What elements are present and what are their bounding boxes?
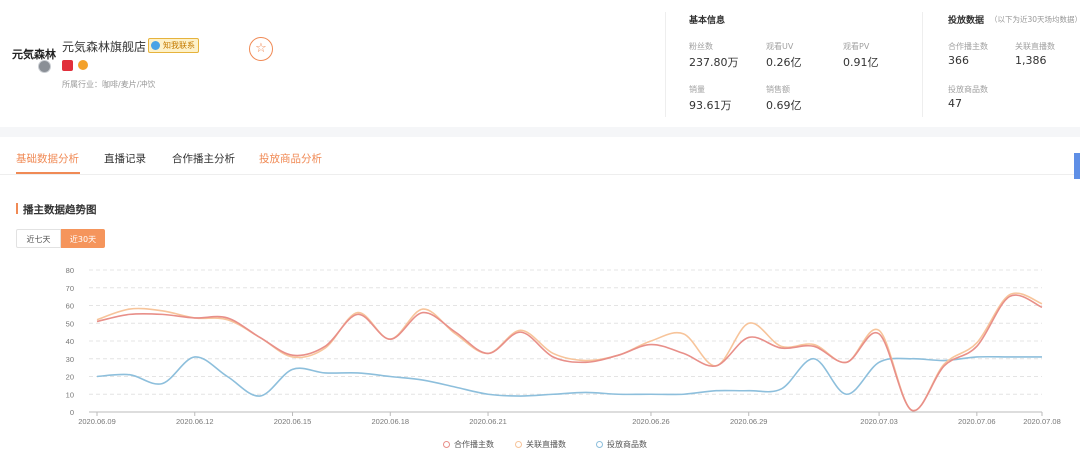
tab-bar: 基础数据分析 直播记录 合作播主分析 投放商品分析 (0, 137, 1080, 175)
y-tick-label: 10 (66, 390, 74, 399)
stat-label: 观看PV (843, 42, 870, 51)
stat-value: 0.69亿 (766, 99, 802, 112)
tab-product-analysis[interactable]: 投放商品分析 (259, 151, 322, 166)
brand-logo: 元気森林 (12, 48, 56, 61)
divider (922, 12, 923, 117)
legend-marker-icon[interactable] (515, 441, 522, 448)
x-tick-label: 2020.06.29 (730, 417, 768, 426)
y-tick-label: 70 (66, 284, 74, 293)
legend-label[interactable]: 合作播主数 (454, 439, 494, 450)
section-gap (0, 127, 1080, 137)
y-tick-label: 30 (66, 355, 74, 364)
contact-badge-label: 知我联系 (163, 41, 195, 50)
favorite-star-button[interactable]: ☆ (249, 37, 273, 61)
stat-value: 237.80万 (689, 56, 739, 69)
x-tick-label: 2020.06.21 (469, 417, 507, 426)
stat-value: 93.61万 (689, 99, 732, 112)
tab-basic-analysis[interactable]: 基础数据分析 (16, 151, 79, 166)
placement-note: （以下为近30天场均数据） (990, 15, 1080, 24)
stat-label: 粉丝数 (689, 42, 713, 51)
legend-label[interactable]: 关联直播数 (526, 439, 566, 450)
trend-line-chart: 0 10 20 30 40 50 60 70 80 2020.06.09 2020.06.12 202… (66, 266, 1061, 426)
badge-icon (78, 60, 88, 70)
x-tick-label: 2020.07.06 (958, 417, 996, 426)
x-tick-label: 2020.06.18 (372, 417, 410, 426)
legend-label[interactable]: 投放商品数 (607, 439, 647, 450)
x-tick-label: 2020.06.15 (274, 417, 312, 426)
shop-industry: 所属行业：咖啡/麦片/冲饮 (62, 80, 156, 89)
stat-value: 47 (948, 97, 962, 110)
active-tab-indicator (16, 172, 80, 174)
divider (665, 12, 666, 117)
y-tick-label: 80 (66, 266, 74, 275)
stat-value: 366 (948, 54, 969, 67)
x-tick-label: 2020.07.08 (1023, 417, 1061, 426)
star-icon: ☆ (255, 41, 267, 56)
contact-badge[interactable]: 知我联系 (148, 38, 199, 53)
placement-title: 投放数据 (948, 16, 985, 26)
stat-label: 投放商品数 (948, 85, 988, 94)
x-tick-label: 2020.07.03 (860, 417, 898, 426)
shop-header: 元気森林 元気森林旗舰店 知我联系 所属行业：咖啡/麦片/冲饮 ☆ 基本信息 粉… (0, 0, 1080, 127)
contact-icon (151, 41, 160, 50)
legend-marker-icon[interactable] (596, 441, 603, 448)
avatar-icon (38, 60, 51, 73)
x-tick-label: 2020.06.26 (632, 417, 670, 426)
y-tick-label: 20 (66, 373, 74, 382)
shop-name: 元気森林旗舰店 (62, 40, 147, 54)
stat-label: 销售额 (766, 85, 790, 94)
stat-value: 1,386 (1015, 54, 1047, 67)
tab-live-records[interactable]: 直播记录 (104, 151, 146, 166)
y-tick-label: 40 (66, 337, 74, 346)
legend-marker-icon[interactable] (443, 441, 450, 448)
tmall-icon (62, 60, 73, 71)
range-7-days-button[interactable]: 近七天 (16, 229, 61, 248)
chart-title: 播主数据趋势图 (23, 204, 97, 216)
stat-label: 合作播主数 (948, 42, 988, 51)
stat-label: 观看UV (766, 42, 794, 51)
stat-label: 销量 (689, 85, 705, 94)
title-accent (16, 203, 18, 214)
x-tick-label: 2020.06.09 (78, 417, 116, 426)
stat-value: 0.91亿 (843, 56, 879, 69)
y-tick-label: 50 (66, 319, 74, 328)
stat-label: 关联直播数 (1015, 42, 1055, 51)
stat-value: 0.26亿 (766, 56, 802, 69)
y-tick-label: 60 (66, 302, 74, 311)
scrollbar-thumb[interactable] (1074, 153, 1080, 179)
range-30-days-button[interactable]: 近30天 (61, 229, 105, 248)
y-tick-label: 0 (70, 408, 74, 417)
x-tick-label: 2020.06.12 (176, 417, 214, 426)
basic-info-title: 基本信息 (689, 16, 726, 26)
tab-partner-analysis[interactable]: 合作播主分析 (172, 151, 235, 166)
